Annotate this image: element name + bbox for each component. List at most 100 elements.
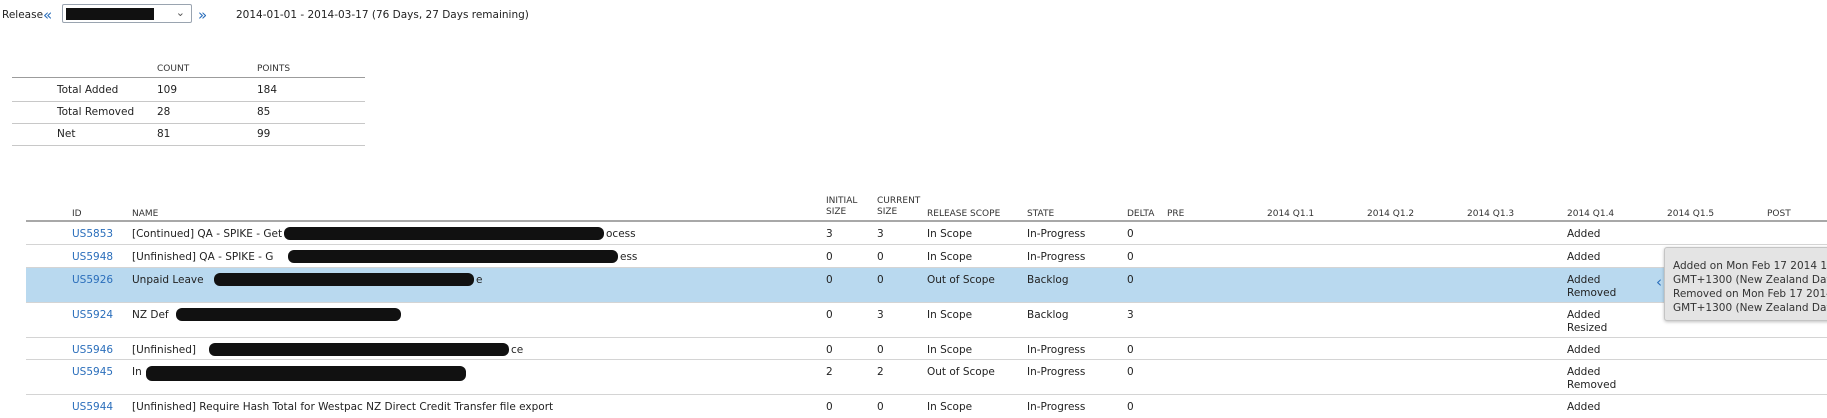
summary-header-points: POINTS xyxy=(257,64,291,74)
q1-4-event: Added xyxy=(1567,401,1601,413)
summary-header-count: COUNT xyxy=(157,64,190,74)
col-header-q1-1[interactable]: 2014 Q1.1 xyxy=(1267,209,1314,220)
state: In-Progress xyxy=(1027,344,1086,356)
delta: 0 xyxy=(1127,274,1134,286)
table-row[interactable]: US5924 NZ Def 0 3 In Scope Backlog 3 Add… xyxy=(26,303,1827,338)
col-header-q1-5[interactable]: 2014 Q1.5 xyxy=(1667,209,1714,220)
current-size: 2 xyxy=(877,366,884,378)
col-header-id[interactable]: ID xyxy=(72,209,82,220)
q1-4-event: Added xyxy=(1567,366,1601,378)
release-scope: Out of Scope xyxy=(927,366,995,378)
story-name: [Unfinished] QA - SPIKE - G xyxy=(132,251,274,263)
story-id-link[interactable]: US5945 xyxy=(72,366,113,379)
history-tooltip: Added on Mon Feb 17 2014 10:3 GMT+1300 (… xyxy=(1664,247,1827,321)
redacted-text xyxy=(146,366,466,381)
redacted-text xyxy=(176,308,401,321)
table-row[interactable]: US5946 [Unfinished] ce 0 0 In Scope In-P… xyxy=(26,338,1827,360)
story-name: NZ Def xyxy=(132,309,169,321)
initial-size: 0 xyxy=(826,344,833,356)
story-name: In xyxy=(132,366,142,378)
release-scope: In Scope xyxy=(927,228,973,240)
current-size: 0 xyxy=(877,401,884,413)
release-date-range: 2014-01-01 - 2014-03-17 (76 Days, 27 Day… xyxy=(236,9,529,21)
release-scope: In Scope xyxy=(927,251,973,263)
initial-size: 0 xyxy=(826,251,833,263)
col-header-q1-2[interactable]: 2014 Q1.2 xyxy=(1367,209,1414,220)
state: In-Progress xyxy=(1027,251,1086,263)
delta: 0 xyxy=(1127,401,1134,413)
release-scope: Out of Scope xyxy=(927,274,995,286)
col-header-current-line1: CURRENT xyxy=(877,196,921,206)
story-name: [Continued] QA - SPIKE - Get xyxy=(132,228,283,240)
col-header-initial-size[interactable]: INITIAL SIZE xyxy=(826,196,857,218)
q1-4-event-second: Resized xyxy=(1567,322,1608,334)
initial-size: 3 xyxy=(826,228,833,240)
initial-size: 0 xyxy=(826,401,833,413)
summary-header-divider xyxy=(12,77,365,78)
redacted-text xyxy=(288,250,618,263)
table-row[interactable]: US5945 In 2 2 Out of Scope In-Progress 0… xyxy=(26,360,1827,395)
story-name: Unpaid Leave xyxy=(132,274,204,286)
state: In-Progress xyxy=(1027,366,1086,378)
q1-4-event: Added xyxy=(1567,274,1601,286)
delta: 0 xyxy=(1127,228,1134,240)
current-size: 3 xyxy=(877,309,884,321)
story-id-link[interactable]: US5946 xyxy=(72,344,113,357)
story-name-tail: ce xyxy=(511,344,524,356)
table-row[interactable]: US5948 [Unfinished] QA - SPIKE - G ess 0… xyxy=(26,245,1827,268)
chevron-down-icon: ⌄ xyxy=(175,6,185,19)
summary-row-count: 28 xyxy=(157,106,171,118)
state: Backlog xyxy=(1027,274,1069,286)
release-select[interactable]: ⌄ xyxy=(62,4,192,23)
initial-size: 2 xyxy=(826,366,833,378)
current-size: 0 xyxy=(877,274,884,286)
col-header-current-line2: SIZE xyxy=(877,207,898,217)
tooltip-line: GMT+1300 (New Zealand Dayli xyxy=(1673,302,1827,314)
story-name: [Unfinished] xyxy=(132,344,196,356)
story-id-link[interactable]: US5944 xyxy=(72,401,113,414)
col-header-q1-3[interactable]: 2014 Q1.3 xyxy=(1467,209,1514,220)
release-scope: In Scope xyxy=(927,401,973,413)
tooltip-line: Added on Mon Feb 17 2014 10:3 xyxy=(1673,260,1827,272)
story-id-link[interactable]: US5926 xyxy=(72,274,113,287)
delta: 3 xyxy=(1127,309,1134,321)
story-name-tail: ess xyxy=(620,251,638,263)
col-header-delta[interactable]: DELTA xyxy=(1127,209,1154,220)
summary-row-label: Total Added xyxy=(57,84,119,96)
initial-size: 0 xyxy=(826,309,833,321)
q1-4-event-second: Removed xyxy=(1567,287,1617,299)
tooltip-pointer-icon: ‹ xyxy=(1656,273,1662,291)
col-header-q1-4[interactable]: 2014 Q1.4 xyxy=(1567,209,1614,220)
story-id-link[interactable]: US5924 xyxy=(72,309,113,322)
state: Backlog xyxy=(1027,309,1069,321)
col-header-initial-line2: SIZE xyxy=(826,207,847,217)
col-header-post[interactable]: POST xyxy=(1767,209,1791,220)
redacted-text xyxy=(209,343,509,356)
release-label: Release xyxy=(2,9,44,21)
summary-row-points: 99 xyxy=(257,128,271,140)
table-row[interactable]: US5853 [Continued] QA - SPIKE - Get oces… xyxy=(26,222,1827,245)
initial-size: 0 xyxy=(826,274,833,286)
story-name-tail: ocess xyxy=(606,228,636,240)
delta: 0 xyxy=(1127,251,1134,263)
summary-row-net: Net 81 99 xyxy=(12,123,365,146)
story-id-link[interactable]: US5948 xyxy=(72,251,113,264)
col-header-pre[interactable]: PRE xyxy=(1167,209,1184,220)
story-name: [Unfinished] Require Hash Total for West… xyxy=(132,401,554,413)
tooltip-line: GMT+1300 (New Zealand Dayli xyxy=(1673,274,1827,286)
col-header-current-size[interactable]: CURRENT SIZE xyxy=(877,196,920,218)
delta: 0 xyxy=(1127,344,1134,356)
previous-release-icon[interactable]: « xyxy=(43,6,52,24)
col-header-release-scope[interactable]: RELEASE SCOPE xyxy=(927,209,1000,220)
table-row[interactable]: US5944 [Unfinished] Require Hash Total f… xyxy=(26,395,1827,418)
tooltip-line: Removed on Mon Feb 17 2014 1 xyxy=(1673,288,1827,300)
current-size: 0 xyxy=(877,251,884,263)
q1-4-event: Added xyxy=(1567,228,1601,240)
table-row-selected[interactable]: US5926 Unpaid Leave e 0 0 Out of Scope B… xyxy=(26,268,1827,303)
col-header-state[interactable]: STATE xyxy=(1027,209,1054,220)
story-id-link[interactable]: US5853 xyxy=(72,228,113,241)
col-header-initial-line1: INITIAL xyxy=(826,196,858,206)
col-header-name[interactable]: NAME xyxy=(132,209,158,220)
state: In-Progress xyxy=(1027,401,1086,413)
next-release-icon[interactable]: » xyxy=(198,6,207,24)
